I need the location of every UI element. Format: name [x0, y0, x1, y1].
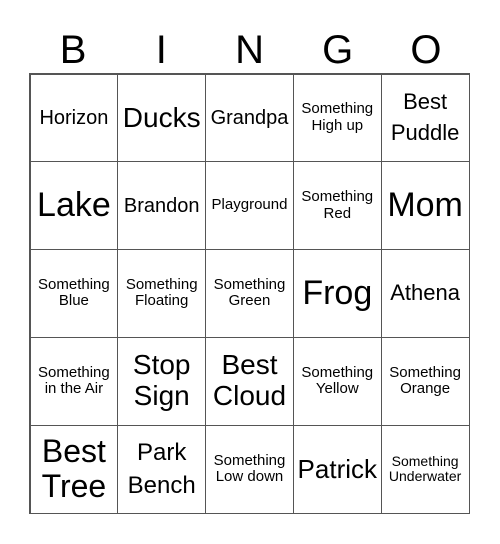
- bingo-cell: Something in the Air: [29, 336, 119, 426]
- bingo-cell: Stop Sign: [117, 336, 207, 426]
- bingo-cell: Athena: [380, 249, 470, 338]
- bingo-cell: Something Underwater: [380, 424, 470, 514]
- bingo-header: B I N G O: [29, 28, 470, 72]
- bingo-cell: Frog: [292, 249, 382, 338]
- header-letter-o: O: [410, 28, 442, 72]
- bingo-cell: Lake: [29, 161, 119, 251]
- bingo-cell: Something Red: [292, 161, 382, 251]
- bingo-cell: Best Cloud: [205, 336, 294, 426]
- header-letter-n: N: [235, 28, 264, 72]
- bingo-cell: Something Low down: [205, 424, 294, 514]
- bingo-cell: Something Yellow: [292, 336, 382, 426]
- bingo-cell: Something Orange: [380, 336, 470, 426]
- bingo-cell: Park Bench: [117, 424, 207, 514]
- bingo-cell: Ducks: [117, 73, 207, 163]
- bingo-cell: Best Tree: [29, 424, 119, 514]
- bingo-cell: Something Floating: [117, 249, 207, 338]
- bingo-cell: Playground: [205, 161, 294, 251]
- header-letter-i: I: [155, 28, 167, 72]
- header-letter-g: G: [322, 28, 354, 72]
- bingo-cell: Brandon: [117, 161, 207, 251]
- bingo-cell: Something Green: [205, 249, 294, 338]
- bingo-cell: Mom: [380, 161, 470, 251]
- bingo-cell: Horizon: [29, 73, 119, 163]
- bingo-cell: Patrick: [292, 424, 382, 514]
- bingo-cell: Something High up: [292, 73, 382, 163]
- bingo-cell: Something Blue: [29, 249, 119, 338]
- bingo-cell: Best Puddle: [380, 73, 470, 163]
- bingo-grid: Horizon Ducks Grandpa Something High up …: [29, 73, 470, 514]
- bingo-cell: Grandpa: [205, 73, 294, 163]
- header-letter-b: B: [59, 28, 87, 72]
